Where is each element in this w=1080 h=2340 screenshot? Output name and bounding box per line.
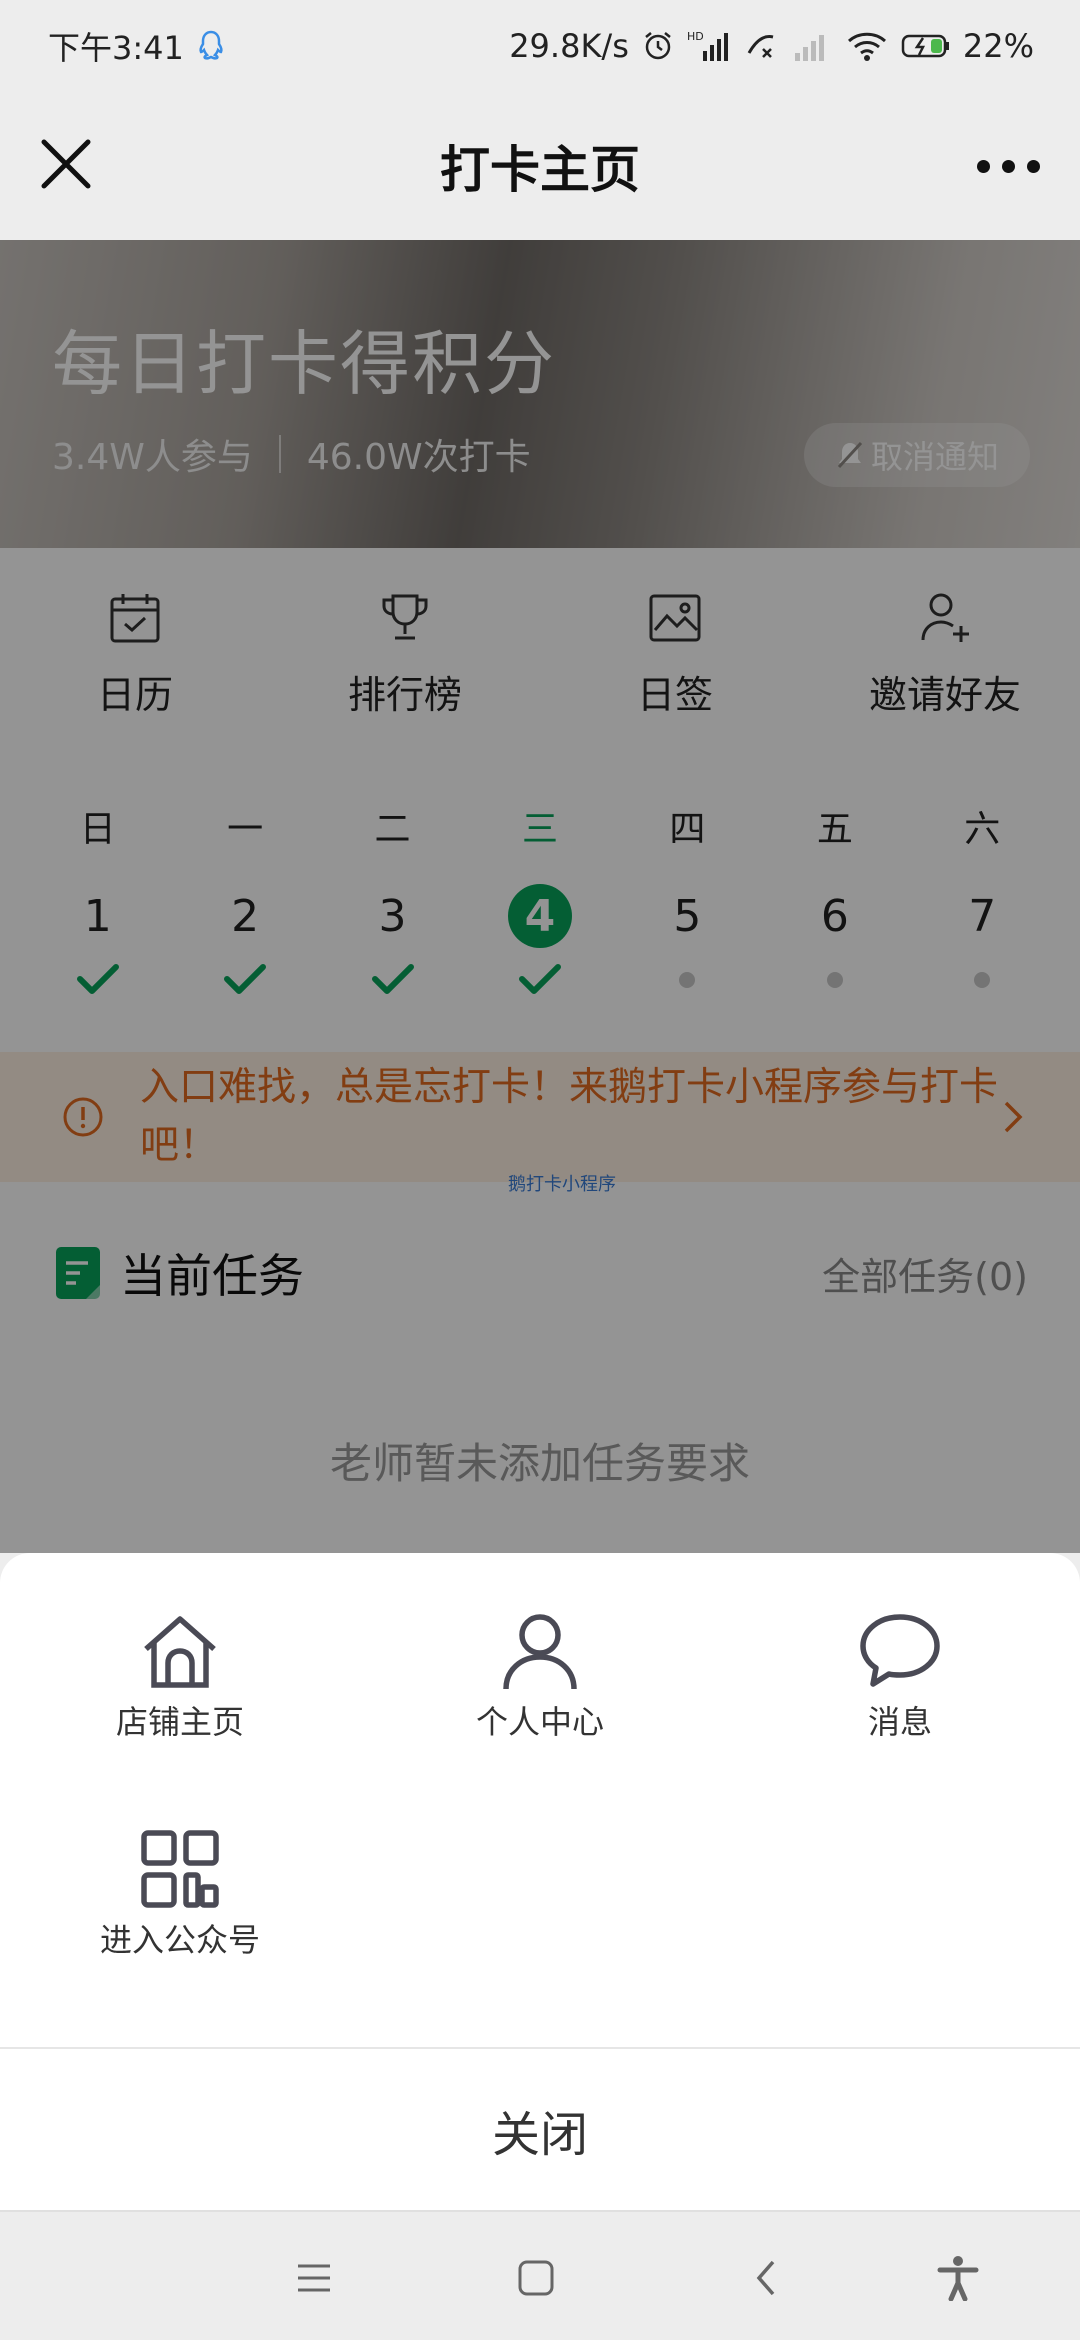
person-icon <box>503 1614 577 1690</box>
wifi-icon <box>845 29 889 63</box>
menu-icon[interactable] <box>286 2250 342 2306</box>
more-options-icon[interactable] <box>966 136 1050 196</box>
sheet-item-shop-home[interactable]: 店铺主页 <box>60 1611 300 1743</box>
checkin-page: 每日打卡得积分 3.4W人参与 46.0W次打卡 取消通知 日历 排行榜 日签 … <box>0 240 1080 1553</box>
status-time: 下午3:41 <box>48 29 184 67</box>
close-sheet-button[interactable]: 关闭 <box>0 2049 1080 2210</box>
home-icon <box>144 1616 216 1688</box>
home-square-icon[interactable] <box>508 2250 564 2306</box>
message-icon <box>860 1614 940 1687</box>
battery-charging-icon <box>901 29 951 63</box>
sheet-item-label: 消息 <box>867 1703 932 1741</box>
sheet-item-label: 个人中心 <box>475 1703 604 1741</box>
action-sheet: 店铺主页 个人中心 消息 进入公众号 关闭 <box>0 1553 1080 2210</box>
sheet-item-label: 进入公众号 <box>99 1921 260 1959</box>
qrcode-icon <box>141 1830 219 1908</box>
hd-signal-icon: HD <box>687 29 731 63</box>
back-icon[interactable] <box>738 2250 794 2306</box>
modal-overlay[interactable] <box>0 240 1080 1553</box>
close-icon[interactable] <box>34 132 98 196</box>
sheet-item-label: 店铺主页 <box>115 1703 244 1741</box>
sheet-item-profile[interactable]: 个人中心 <box>420 1611 660 1743</box>
battery-level: 22% <box>962 27 1034 65</box>
qq-icon <box>196 29 226 63</box>
system-nav-bar <box>0 2210 1080 2340</box>
call-icon <box>743 29 777 63</box>
sheet-item-official-account[interactable]: 进入公众号 <box>60 1829 300 1961</box>
signal-icon <box>789 29 833 63</box>
alarm-icon <box>641 29 675 63</box>
sheet-item-messages[interactable]: 消息 <box>780 1611 1020 1743</box>
title-bar: 打卡主页 <box>0 92 1080 240</box>
page-title: 打卡主页 <box>440 141 640 199</box>
status-bar: 下午3:41 29.8K/s HD 22% <box>0 0 1080 92</box>
svg-text:HD: HD <box>687 30 704 43</box>
accessibility-icon[interactable] <box>930 2250 986 2306</box>
network-speed: 29.8K/s <box>509 27 629 65</box>
